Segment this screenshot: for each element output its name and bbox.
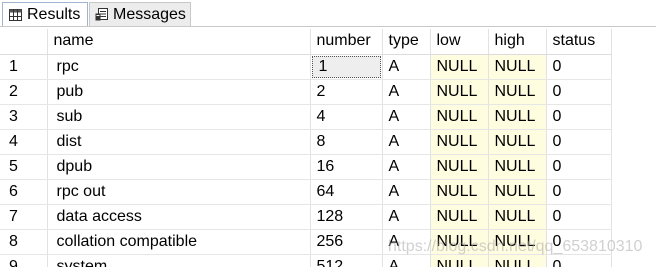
cell-status[interactable]: 0 (546, 129, 612, 155)
cell-type[interactable]: A (382, 229, 431, 255)
cell-high[interactable]: NULL (488, 254, 547, 267)
selected-cell-value: 1 (311, 55, 381, 78)
cell-high[interactable]: NULL (488, 79, 547, 105)
cell-type[interactable]: A (382, 129, 431, 155)
cell-high[interactable]: NULL (488, 104, 547, 130)
cell-high[interactable]: NULL (488, 154, 547, 180)
table-row[interactable]: 7 data access 128 A NULL NULL 0 (0, 204, 612, 230)
cell-low[interactable]: NULL (430, 154, 489, 180)
cell-number[interactable]: 128 (310, 204, 383, 230)
table-row[interactable]: 4 dist 8 A NULL NULL 0 (0, 129, 612, 155)
table-row[interactable]: 2 pub 2 A NULL NULL 0 (0, 79, 612, 105)
tab-divider (0, 26, 656, 27)
cell-high[interactable]: NULL (488, 54, 547, 80)
row-number[interactable]: 2 (0, 79, 48, 105)
cell-status[interactable]: 0 (546, 54, 612, 80)
tab-messages[interactable]: Messages (89, 2, 191, 26)
cell-type[interactable]: A (382, 104, 431, 130)
cell-name[interactable]: sub (47, 104, 311, 130)
cell-high[interactable]: NULL (488, 129, 547, 155)
header-row: name number type low high status (0, 29, 612, 55)
column-header-type[interactable]: type (382, 29, 431, 55)
cell-low[interactable]: NULL (430, 254, 489, 267)
cell-number[interactable]: 512 (310, 254, 383, 267)
column-header-number[interactable]: number (310, 29, 383, 55)
cell-number[interactable]: 1 (310, 54, 383, 80)
cell-name[interactable]: dist (47, 129, 311, 155)
cell-name[interactable]: collation compatible (47, 229, 311, 255)
cell-low[interactable]: NULL (430, 179, 489, 205)
tab-messages-label: Messages (113, 5, 186, 23)
cell-number[interactable]: 2 (310, 79, 383, 105)
cell-status[interactable]: 0 (546, 229, 612, 255)
cell-type[interactable]: A (382, 79, 431, 105)
table-row[interactable]: 8 collation compatible 256 A NULL NULL 0 (0, 229, 612, 255)
column-header-high[interactable]: high (488, 29, 547, 55)
cell-low[interactable]: NULL (430, 104, 489, 130)
results-grid[interactable]: name number type low high status 1 rpc 1… (0, 29, 656, 267)
row-number[interactable]: 4 (0, 129, 48, 155)
results-table: name number type low high status 1 rpc 1… (0, 29, 612, 267)
cell-high[interactable]: NULL (488, 204, 547, 230)
row-number[interactable]: 8 (0, 229, 48, 255)
cell-name[interactable]: data access (47, 204, 311, 230)
row-number[interactable]: 7 (0, 204, 48, 230)
cell-name[interactable]: rpc (47, 54, 311, 80)
cell-type[interactable]: A (382, 179, 431, 205)
cell-name[interactable]: pub (47, 79, 311, 105)
cell-number[interactable]: 8 (310, 129, 383, 155)
cell-high[interactable]: NULL (488, 179, 547, 205)
cell-low[interactable]: NULL (430, 79, 489, 105)
cell-type[interactable]: A (382, 204, 431, 230)
cell-name[interactable]: system (47, 254, 311, 267)
cell-high[interactable]: NULL (488, 229, 547, 255)
messages-icon (95, 8, 108, 21)
cell-number[interactable]: 64 (310, 179, 383, 205)
cell-number[interactable]: 256 (310, 229, 383, 255)
column-header-name[interactable]: name (47, 29, 311, 55)
column-header-status[interactable]: status (546, 29, 612, 55)
cell-status[interactable]: 0 (546, 254, 612, 267)
table-row[interactable]: 3 sub 4 A NULL NULL 0 (0, 104, 612, 130)
cell-low[interactable]: NULL (430, 204, 489, 230)
row-number[interactable]: 6 (0, 179, 48, 205)
row-number[interactable]: 1 (0, 54, 48, 80)
cell-status[interactable]: 0 (546, 154, 612, 180)
table-row[interactable]: 9 system 512 A NULL NULL 0 (0, 254, 612, 267)
cell-name[interactable]: rpc out (47, 179, 311, 205)
table-row[interactable]: 5 dpub 16 A NULL NULL 0 (0, 154, 612, 180)
table-row[interactable]: 6 rpc out 64 A NULL NULL 0 (0, 179, 612, 205)
cell-number[interactable]: 16 (310, 154, 383, 180)
row-number[interactable]: 9 (0, 254, 48, 267)
cell-type[interactable]: A (382, 54, 431, 80)
cell-type[interactable]: A (382, 254, 431, 267)
cell-number[interactable]: 4 (310, 104, 383, 130)
cell-status[interactable]: 0 (546, 179, 612, 205)
cell-type[interactable]: A (382, 154, 431, 180)
results-pane: Results Messages name number type low hi… (0, 0, 656, 267)
cell-status[interactable]: 0 (546, 79, 612, 105)
row-number[interactable]: 5 (0, 154, 48, 180)
column-header-low[interactable]: low (430, 29, 489, 55)
row-number[interactable]: 3 (0, 104, 48, 130)
row-number-header[interactable] (0, 29, 48, 55)
table-row[interactable]: 1 rpc 1 A NULL NULL 0 (0, 54, 612, 80)
cell-name[interactable]: dpub (47, 154, 311, 180)
cell-low[interactable]: NULL (430, 129, 489, 155)
grid-body: 1 rpc 1 A NULL NULL 0 2 pub 2 A NULL NUL… (0, 54, 612, 267)
grid-icon (9, 8, 22, 21)
tab-strip: Results Messages (0, 0, 656, 28)
cell-status[interactable]: 0 (546, 104, 612, 130)
tab-results[interactable]: Results (2, 2, 88, 26)
cell-low[interactable]: NULL (430, 229, 489, 255)
tab-results-label: Results (27, 5, 81, 23)
cell-low[interactable]: NULL (430, 54, 489, 80)
cell-status[interactable]: 0 (546, 204, 612, 230)
